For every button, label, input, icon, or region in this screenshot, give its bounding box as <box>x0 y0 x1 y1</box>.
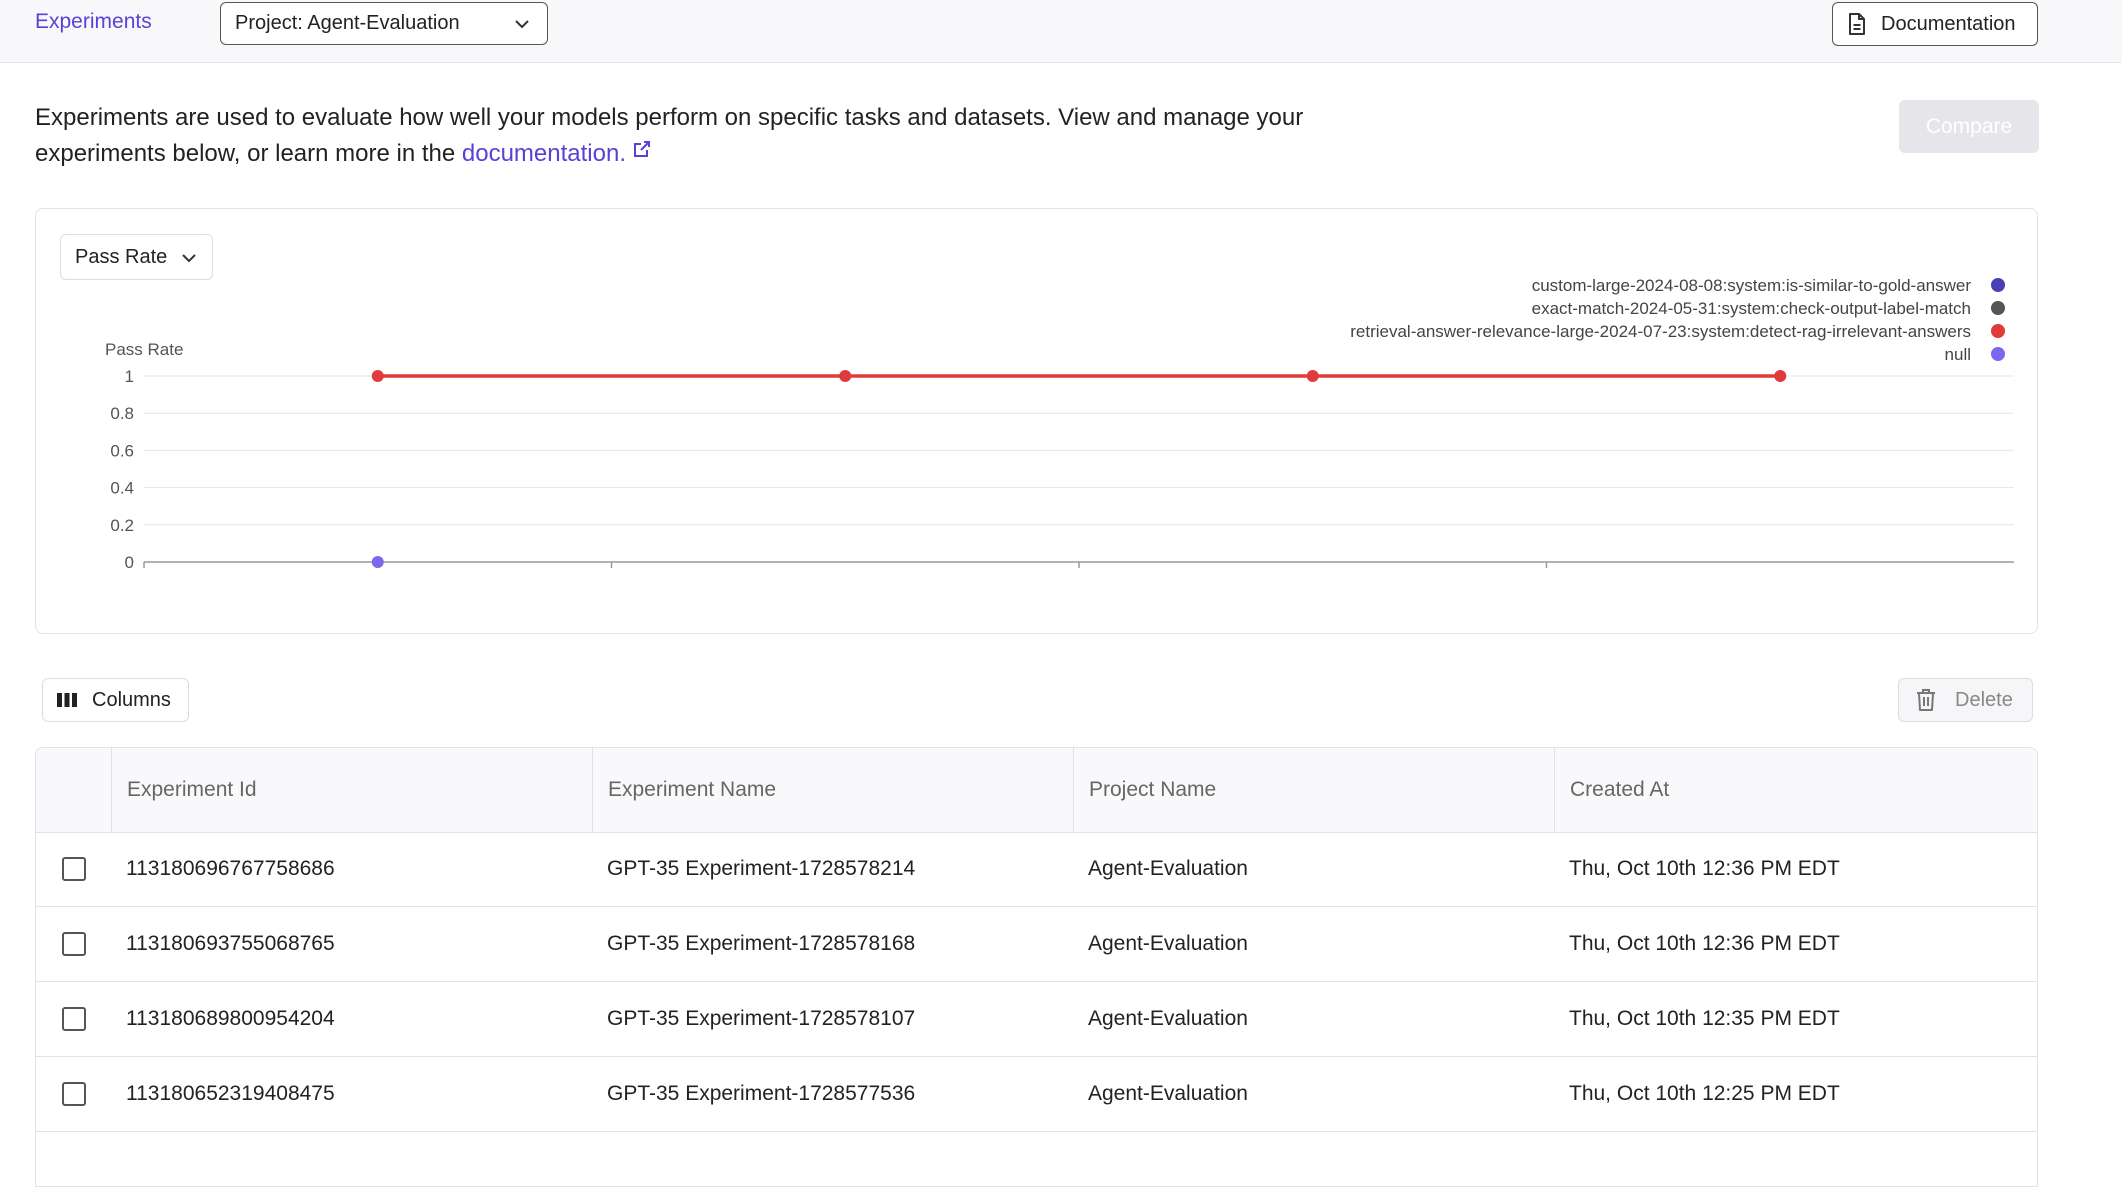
cell-experiment-id: 113180689800954204 <box>126 1007 335 1030</box>
row-checkbox[interactable] <box>62 932 86 956</box>
header-experiment-id[interactable]: Experiment Id <box>111 748 592 832</box>
delete-button-label: Delete <box>1955 688 2013 711</box>
data-point <box>1306 370 1319 382</box>
legend-swatch <box>1991 301 2005 315</box>
delete-button[interactable]: Delete <box>1898 678 2033 722</box>
cell-experiment-name: GPT-35 Experiment-1728578107 <box>607 1007 916 1030</box>
cell-experiment-id: 113180652319408475 <box>126 1082 335 1105</box>
project-select-label: Project: Agent-Evaluation <box>235 12 460 34</box>
cell-created-at: Thu, Oct 10th 12:25 PM EDT <box>1569 1082 1840 1105</box>
columns-button-label: Columns <box>92 688 171 711</box>
cell-created-at: Thu, Oct 10th 12:35 PM EDT <box>1569 1007 1840 1030</box>
cell-experiment-id: 113180693755068765 <box>126 932 335 955</box>
legend-swatch <box>1991 324 2005 338</box>
cell-experiment-name: GPT-35 Experiment-1728578214 <box>607 857 916 880</box>
data-point <box>371 370 384 382</box>
chevron-down-icon <box>515 20 529 29</box>
cell-experiment-name: GPT-35 Experiment-1728577536 <box>607 1082 916 1105</box>
top-bar: Experiments Project: Agent-Evaluation Do… <box>0 0 2122 63</box>
table-row[interactable]: 113180689800954204 GPT-35 Experiment-172… <box>36 982 2037 1057</box>
cell-experiment-id: 113180696767758686 <box>126 857 335 880</box>
row-checkbox[interactable] <box>62 1082 86 1106</box>
columns-button[interactable]: Columns <box>42 678 189 722</box>
cell-created-at: Thu, Oct 10th 12:36 PM EDT <box>1569 932 1840 955</box>
header-created-at[interactable]: Created At <box>1554 748 2037 832</box>
legend-label: null <box>1945 345 1971 364</box>
table-row[interactable]: 113180693755068765 GPT-35 Experiment-172… <box>36 907 2037 982</box>
trash-icon <box>1917 689 1935 711</box>
table-row[interactable]: 113180696767758686 GPT-35 Experiment-172… <box>36 832 2037 907</box>
cell-experiment-name: GPT-35 Experiment-1728578168 <box>607 932 916 955</box>
legend-swatch <box>1991 278 2005 292</box>
experiments-table: Experiment Id Experiment Name Project Na… <box>35 747 2038 1187</box>
y-tick-label: 0.2 <box>110 516 134 535</box>
document-icon <box>1849 13 1865 35</box>
y-tick-label: 0.6 <box>110 441 134 460</box>
cell-project-name: Agent-Evaluation <box>1088 932 1248 955</box>
documentation-button-label: Documentation <box>1881 12 2016 35</box>
nav-experiments-link[interactable]: Experiments <box>35 10 152 34</box>
legend-label: custom-large-2024-08-08:system:is-simila… <box>1532 276 1972 295</box>
cell-project-name: Agent-Evaluation <box>1088 857 1248 880</box>
header-experiment-name[interactable]: Experiment Name <box>592 748 1073 832</box>
intro-text: Experiments are used to evaluate how wel… <box>35 100 1375 172</box>
y-tick-label: 0.4 <box>110 479 134 498</box>
columns-icon <box>57 693 77 707</box>
external-link-icon[interactable] <box>632 139 652 159</box>
y-tick-label: 0 <box>125 553 134 572</box>
cell-created-at: Thu, Oct 10th 12:36 PM EDT <box>1569 857 1840 880</box>
table-row[interactable]: 113180652319408475 GPT-35 Experiment-172… <box>36 1057 2037 1132</box>
data-point <box>839 370 852 382</box>
intro-text-body: Experiments are used to evaluate how wel… <box>35 104 1304 167</box>
legend-swatch <box>1991 347 2005 361</box>
pass-rate-chart: Pass Rate 1 0.8 0.6 0.4 0.2 0 custom-large-202… <box>105 276 2014 572</box>
data-point <box>371 556 384 568</box>
row-checkbox[interactable] <box>62 1007 86 1031</box>
y-axis-label: Pass Rate <box>105 340 183 359</box>
chart-card: Pass Rate Pass Rate 1 0.8 0.6 0.4 0.2 0 custom… <box>35 208 2038 634</box>
compare-button[interactable]: Compare <box>1899 100 2039 153</box>
legend-label: retrieval-answer-relevance-large-2024-07… <box>1350 322 1971 341</box>
table-header: Experiment Id Experiment Name Project Na… <box>36 748 2037 833</box>
cell-project-name: Agent-Evaluation <box>1088 1082 1248 1105</box>
data-point <box>1774 370 1787 382</box>
documentation-button[interactable]: Documentation <box>1832 2 2038 46</box>
cell-project-name: Agent-Evaluation <box>1088 1007 1248 1030</box>
y-tick-label: 0.8 <box>110 404 134 423</box>
header-project-name[interactable]: Project Name <box>1073 748 1554 832</box>
row-checkbox[interactable] <box>62 857 86 881</box>
project-select[interactable]: Project: Agent-Evaluation <box>220 2 548 45</box>
documentation-link[interactable]: documentation. <box>462 140 626 167</box>
legend-label: exact-match-2024-05-31:system:check-outp… <box>1532 299 1971 318</box>
y-tick-label: 1 <box>125 367 134 386</box>
